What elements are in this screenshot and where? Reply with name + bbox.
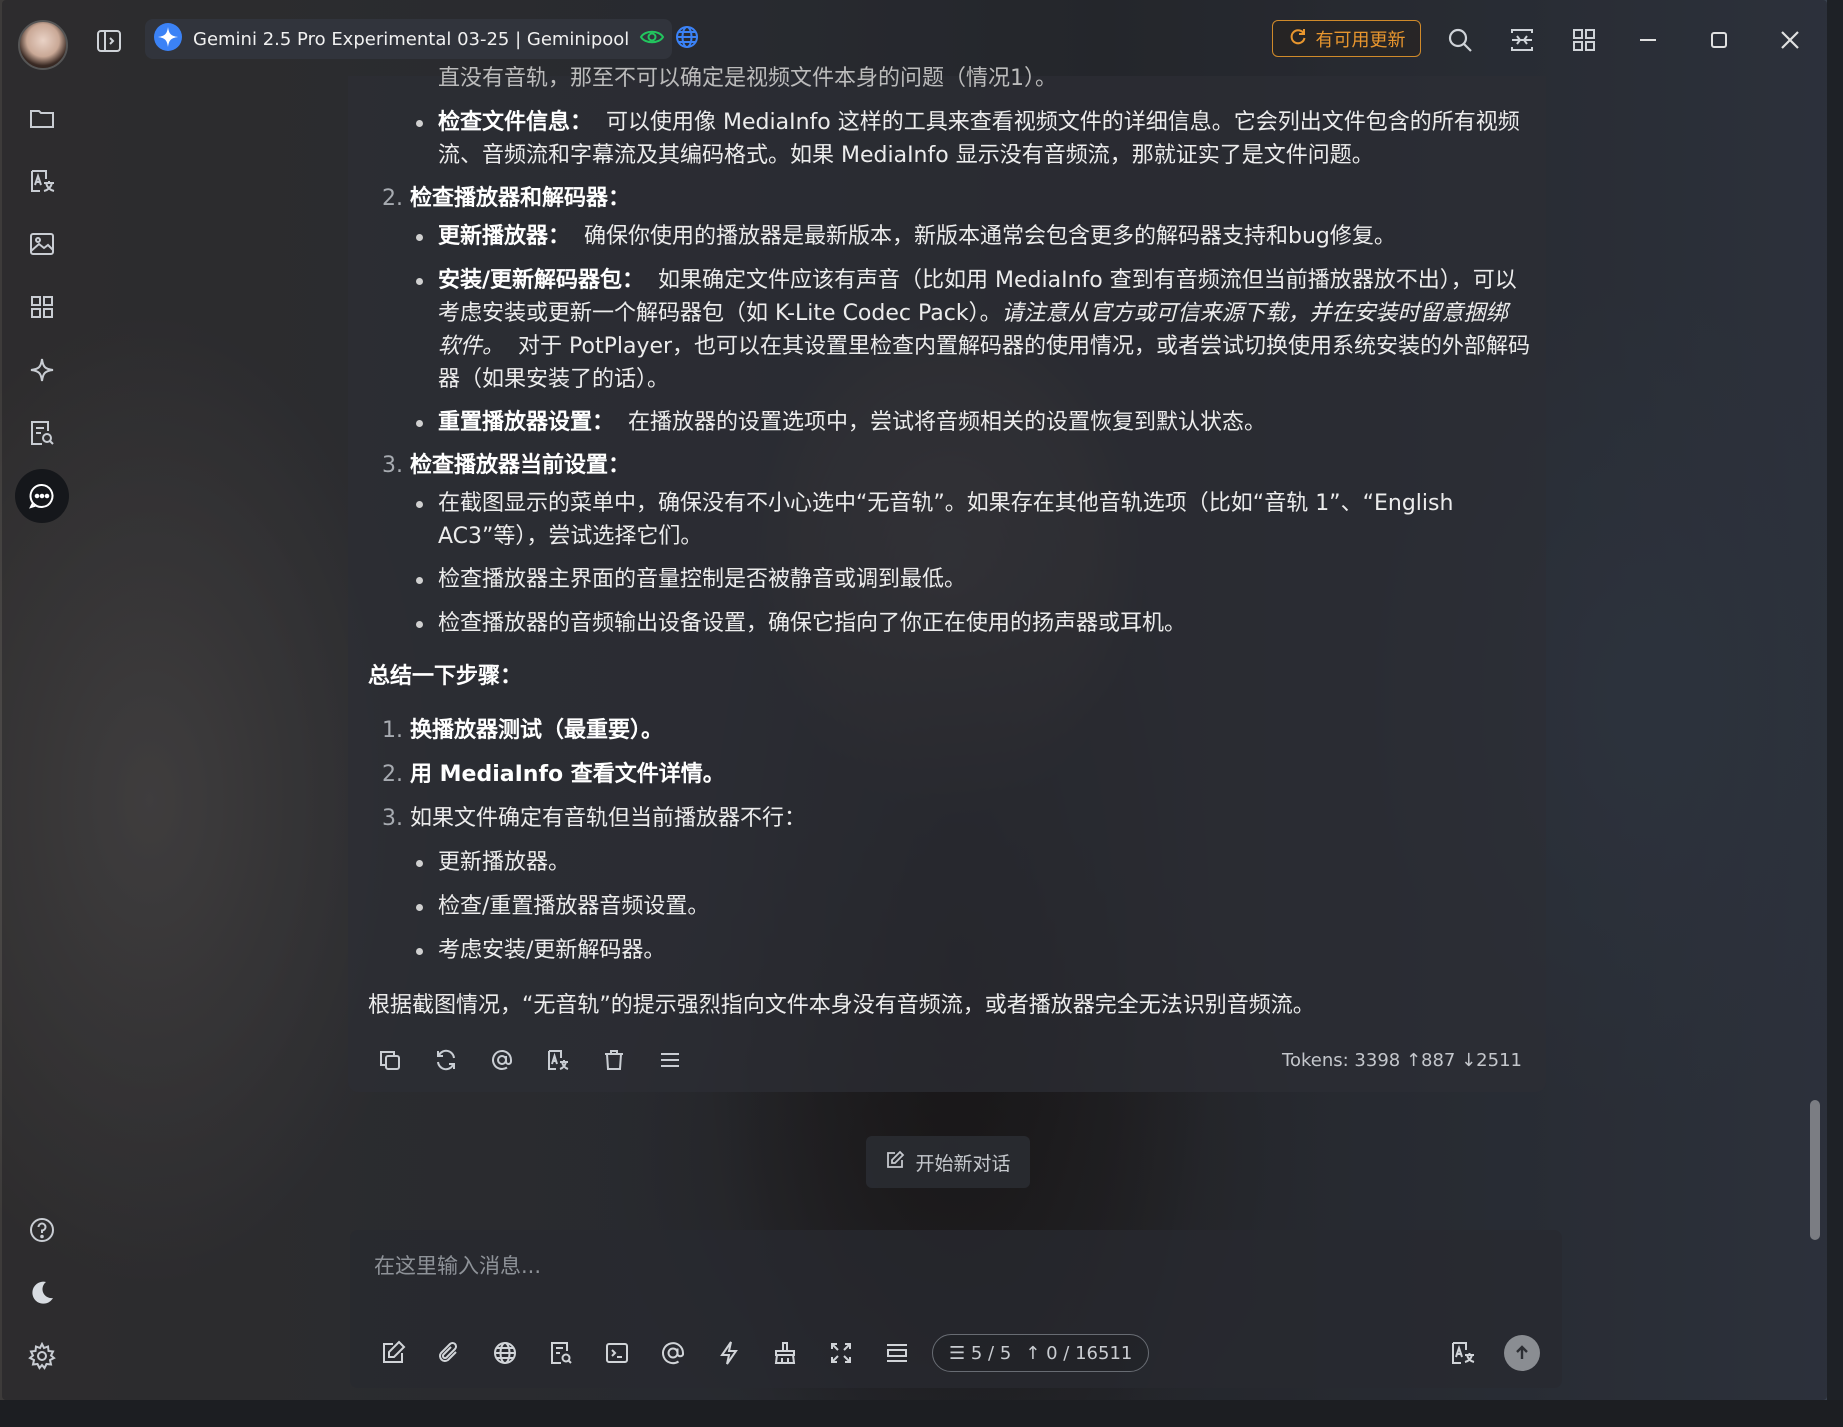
assistant-message: 直没有音轨，那至不可以确定是视频文件本身的问题（情况1）。 检查文件信息： 可以… [348,66,1546,1092]
list-item: 检查文件信息： 可以使用像 MediaInfo 这样的工具来查看视频文件的详细信… [438,110,1520,135]
translate-icon[interactable] [22,161,62,201]
maximize-icon[interactable] [1701,22,1737,58]
message-actions [372,1042,688,1078]
summary-item: 2. 用 MediaInfo 查看文件详情。 [382,762,725,787]
translate-input-icon[interactable] [1442,1332,1484,1374]
list-item-cont: AC3”等），尝试选择它们。 [438,524,703,549]
gear-icon[interactable] [22,1336,62,1376]
narrow-mode-icon[interactable] [1504,22,1540,58]
list-item: 考虑安装/更新解码器。 [438,938,666,963]
send-button[interactable] [1504,1335,1540,1371]
eye-icon [639,27,665,51]
terminal-icon[interactable] [596,1332,638,1374]
apps-icon[interactable] [22,287,62,327]
model-selector[interactable]: Gemini 2.5 Pro Experimental 03-25 | Gemi… [145,19,699,59]
section-heading: 3. 检查播放器当前设置： [382,453,631,478]
list-item-cont: 流、音频流和字幕流及其编码格式。如果 MediaInfo 显示没有音频流，那就证… [438,143,1374,168]
list-item-cont: 器（如果安装了的话）。 [438,367,670,392]
update-label: 有可用更新 [1315,29,1406,51]
list-item: 检查播放器的音频输出设备设置，确保它指向了你正在使用的扬声器或耳机。 [438,611,1187,636]
translate-icon[interactable] [540,1042,576,1078]
new-chat-label: 开始新对话 [915,1152,1011,1175]
context-token-counter[interactable]: ☰ 5 / 5 ↑ 0 / 16511 [932,1334,1150,1372]
gemini-logo-icon [153,22,183,56]
menu-icon[interactable] [652,1042,688,1078]
image-icon[interactable] [22,224,62,264]
list-item: 更新播放器： 确保你使用的播放器是最新版本，新版本通常会包含更多的解码器支持和b… [438,224,1396,249]
expand-icon[interactable] [820,1332,862,1374]
copy-icon[interactable] [372,1042,408,1078]
section-heading: 2. 检查播放器和解码器： [382,186,631,211]
close-icon[interactable] [1772,22,1808,58]
desktop-strip [0,1400,1843,1427]
conclusion-text: 根据截图情况，“无音轨”的提示强烈指向文件本身没有音频流，或者播放器完全无法识别… [368,993,1315,1018]
minimize-icon[interactable] [1630,22,1666,58]
input-toolbar: ☰ 5 / 5 ↑ 0 / 16511 [372,1332,1150,1374]
document-search-icon[interactable] [22,413,62,453]
globe-icon [675,25,699,53]
folder-icon[interactable] [22,98,62,138]
layout-grid-icon[interactable] [1566,22,1602,58]
list-item: 检查/重置播放器音频设置。 [438,894,710,919]
cut-off-line: 直没有音轨，那至不可以确定是视频文件本身的问题（情况1）。 [438,66,1057,91]
knowledge-base-icon[interactable] [540,1332,582,1374]
list-item: 重置播放器设置： 在播放器的设置选项中，尝试将音频相关的设置恢复到默认状态。 [438,410,1267,435]
clear-broom-icon[interactable] [764,1332,806,1374]
summary-item: 1. 换播放器测试（最重要）。 [382,718,664,743]
sparkle-icon[interactable] [22,350,62,390]
new-topic-icon[interactable] [372,1332,414,1374]
list-icon: ☰ [949,1342,966,1364]
message-input-area[interactable]: 在这里输入消息... ☰ 5 / 5 ↑ 0 / 16511 [350,1230,1562,1388]
update-available-button[interactable]: 有可用更新 [1272,20,1421,57]
list-item: 安装/更新解码器包： 如果确定文件应该有声音（比如用 MediaInfo 查到有… [438,268,1517,293]
chat-icon[interactable] [15,469,69,523]
list-item: 在截图显示的菜单中，确保没有不小心选中“无音轨”。如果存在其他音轨选项（比如“音… [438,491,1454,516]
summary-item: 3. 如果文件确定有音轨但当前播放器不行： [382,806,807,831]
regenerate-icon[interactable] [428,1042,464,1078]
app-window: Gemini 2.5 Pro Experimental 03-25 | Gemi… [2,0,1827,1400]
refresh-icon [1288,26,1308,51]
help-icon[interactable] [22,1210,62,1250]
lightning-icon[interactable] [708,1332,750,1374]
token-count: 0 / 16511 [1046,1342,1133,1364]
scrollbar[interactable] [1810,1100,1820,1240]
mention-icon[interactable] [484,1042,520,1078]
token-usage: Tokens: 3398 ↑887 ↓2511 [1282,1050,1522,1071]
search-icon[interactable] [1442,22,1478,58]
web-search-icon[interactable] [484,1332,526,1374]
model-name: Gemini 2.5 Pro Experimental 03-25 | Gemi… [193,28,630,50]
delete-icon[interactable] [596,1042,632,1078]
list-item-cont: 考虑安装或更新一个解码器包（如 K-Lite Codec Pack）。请注意从官… [438,301,1508,326]
list-item-cont: 软件。 对于 PotPlayer，也可以在其设置里检查内置解码器的使用情况，或者… [438,334,1531,359]
new-chat-button[interactable]: 开始新对话 [866,1136,1030,1188]
list-item: 检查播放器主界面的音量控制是否被静音或调到最低。 [438,567,967,592]
sidebar-toggle-icon[interactable] [92,24,126,58]
context-separator-icon[interactable] [876,1332,918,1374]
context-count: 5 / 5 [970,1342,1012,1364]
arrow-up-icon: ↑ [1025,1342,1041,1364]
message-input[interactable]: 在这里输入消息... [374,1250,541,1280]
summary-heading: 总结一下步骤： [368,664,523,689]
background-window-edge [1827,0,1843,1427]
avatar[interactable] [18,20,68,70]
edit-icon [885,1150,905,1175]
moon-icon[interactable] [22,1273,62,1313]
attachment-icon[interactable] [428,1332,470,1374]
sidebar [2,76,82,1400]
list-item: 更新播放器。 [438,850,571,875]
mention-icon[interactable] [652,1332,694,1374]
